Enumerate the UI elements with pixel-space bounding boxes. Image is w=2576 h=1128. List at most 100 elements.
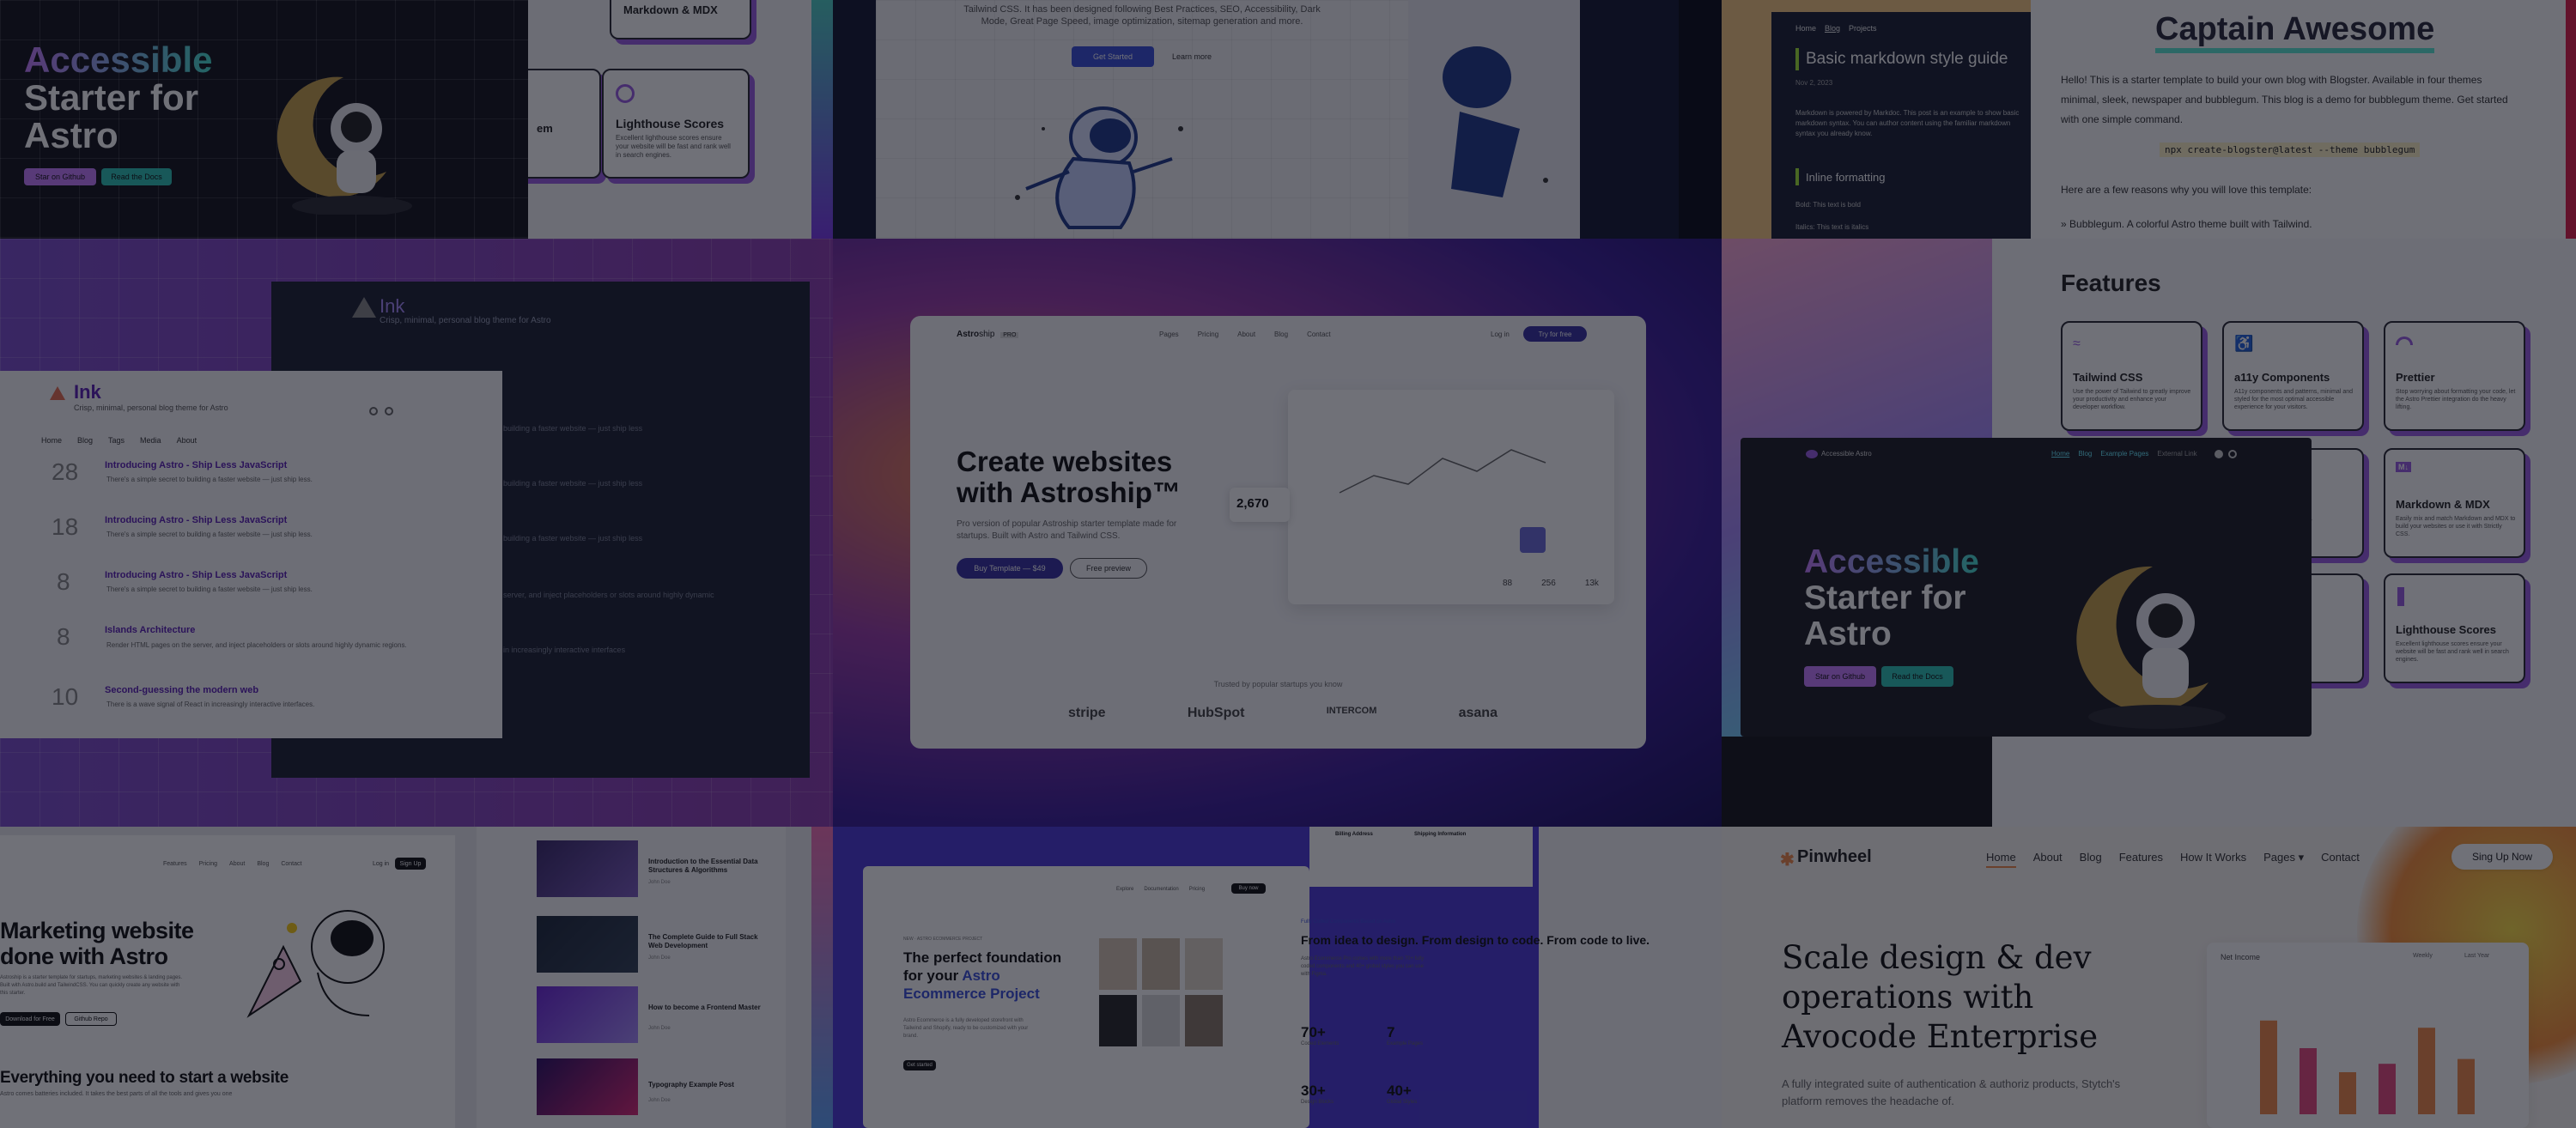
theme-toggle-icon[interactable] <box>385 407 393 415</box>
get-started-button[interactable]: Get started <box>903 1060 936 1070</box>
signup-button[interactable]: Sign Up <box>395 858 426 870</box>
nav-pages[interactable]: Pages <box>1159 331 1179 338</box>
nav-features[interactable]: Features <box>163 861 187 867</box>
nav-media[interactable]: Media <box>140 436 161 445</box>
list-item[interactable]: 8 Introducing Astro - Ship Less JavaScri… <box>0 568 502 623</box>
nav-blog[interactable]: Blog <box>257 861 269 867</box>
learn-more-button[interactable]: Learn more <box>1164 46 1219 67</box>
tile-accessible-small[interactable]: Accessible Starter for Astro Star on Git… <box>0 0 528 239</box>
feature-card[interactable]: em <box>528 69 601 179</box>
nav-example-pages[interactable]: Example Pages <box>2100 450 2148 458</box>
nav-tags[interactable]: Tags <box>108 436 125 445</box>
search-icon[interactable] <box>369 407 378 415</box>
theme-toggle-icon[interactable] <box>2228 450 2237 458</box>
nav-about[interactable]: About <box>1237 331 1255 338</box>
feature-card[interactable]: Lighthouse Scores Excellent lighthouse s… <box>2384 573 2525 683</box>
tile-pinwheel[interactable]: ✱ Pinwheel Home About Blog Features How … <box>1722 827 2576 1128</box>
nav-about[interactable]: About <box>2033 851 2063 868</box>
read-docs-button[interactable]: Read the Docs <box>101 168 172 185</box>
nav-explore[interactable]: Explore <box>1116 887 1133 892</box>
astroship-window: Astroship PRO Pages Pricing About Blog C… <box>910 316 1646 749</box>
list-item[interactable]: 10 Second-guessing the modern web There … <box>0 678 502 733</box>
hubspot-logo: HubSpot <box>1187 706 1245 720</box>
nav-contact[interactable]: Contact <box>281 861 301 867</box>
tile-ink[interactable]: Ink Crisp, minimal, personal blog theme … <box>0 239 833 827</box>
nav-blog[interactable]: Blog <box>1825 24 1840 33</box>
stripe-logo: stripe <box>1068 706 1106 720</box>
pinwheel-brand[interactable]: Pinwheel <box>1797 847 1872 867</box>
lighthouse-icon <box>2397 587 2404 606</box>
get-started-button[interactable]: Get Started <box>1072 46 1154 67</box>
a11y-logo-icon <box>1806 450 1818 458</box>
list-item[interactable]: 18 Introducing Astro - Ship Less JavaScr… <box>0 513 502 568</box>
nav-home[interactable]: Home <box>1986 851 2016 868</box>
github-repo-button[interactable]: Github Repo <box>65 1012 117 1026</box>
nav-home[interactable]: Home <box>41 436 62 445</box>
stats-row: 88 256 13k <box>1503 579 1599 588</box>
nav-contact[interactable]: Contact <box>2321 851 2360 868</box>
tile-captain-awesome[interactable]: Captain Awesome Hello! This is a starter… <box>2031 0 2576 239</box>
tile-accessible-big[interactable]: Features ≈ Tailwind CSS Use the power of… <box>1722 239 2576 827</box>
list-item[interactable]: 8 Islands Architecture Render HTML pages… <box>0 623 502 678</box>
astroship-logo[interactable]: Astroship PRO <box>957 330 1019 339</box>
download-button[interactable]: Download for Free <box>0 1012 60 1026</box>
buy-now-button[interactable]: Buy now <box>1231 883 1266 894</box>
feature-card[interactable]: ♿ a11y Components A11y components and pa… <box>2222 321 2364 431</box>
tile-marketing[interactable]: Features Pricing About Blog Contact Log … <box>0 827 477 1128</box>
buy-template-button[interactable]: Buy Template — $49 <box>957 558 1063 579</box>
feature-card[interactable]: ≈ Tailwind CSS Use the power of Tailwind… <box>2061 321 2202 431</box>
tile-features-top[interactable]: Markdown & MDX em Lighthouse Scores Exce… <box>528 0 811 239</box>
ink-logo-icon <box>352 297 376 318</box>
list-item[interactable]: The Complete Guide to Full Stack Web Dev… <box>537 916 777 973</box>
nav-blog[interactable]: Blog <box>2080 851 2102 868</box>
try-free-button[interactable]: Try for free <box>1523 326 1587 342</box>
tile-astroship[interactable]: Astroship PRO Pages Pricing About Blog C… <box>833 239 1722 827</box>
a11y-brand[interactable]: Accessible Astro <box>1821 450 1872 458</box>
nav-pages[interactable]: Pages ▾ <box>2263 851 2304 868</box>
list-item[interactable]: Typography Example Post John Doe <box>537 1058 777 1115</box>
star-github-button[interactable]: Star on Github <box>1804 666 1876 687</box>
feature-card[interactable]: Prettier Stop worrying about formatting … <box>2384 321 2525 431</box>
astroship-nav: Pages Pricing About Blog Contact <box>1159 331 1331 338</box>
nav-about[interactable]: About <box>229 861 245 867</box>
net-income-bars <box>2260 1020 2475 1114</box>
nav-pricing[interactable]: Pricing <box>1198 331 1218 338</box>
nav-pricing[interactable]: Pricing <box>1189 887 1205 892</box>
nav-about[interactable]: About <box>177 436 197 445</box>
list-item[interactable]: 28 Introducing Astro - Ship Less JavaScr… <box>0 458 502 513</box>
nav-external-link[interactable]: External Link <box>2157 450 2196 458</box>
feature-card[interactable]: Markdown & MDX <box>610 0 751 39</box>
nav-blog[interactable]: Blog <box>1274 331 1288 338</box>
signup-button[interactable]: Sing Up Now <box>2451 844 2553 870</box>
free-preview-button[interactable]: Free preview <box>1070 558 1147 579</box>
nav-blog[interactable]: Blog <box>2078 450 2092 458</box>
star-github-button[interactable]: Star on Github <box>24 168 96 185</box>
list-item[interactable]: Introduction to the Essential Data Struc… <box>537 840 777 897</box>
tile-ecommerce[interactable]: Explore Documentation Pricing Buy now NE… <box>833 827 1722 1128</box>
tile-course-list[interactable]: Introduction to the Essential Data Struc… <box>477 827 811 1128</box>
nav-blog[interactable]: Blog <box>77 436 93 445</box>
read-docs-button[interactable]: Read the Docs <box>1881 666 1953 687</box>
tile-blog-dark[interactable]: Home Blog Projects Basic markdown style … <box>1722 0 2031 239</box>
nav-contact[interactable]: Contact <box>1307 331 1331 338</box>
nav-home[interactable]: Home <box>1795 24 1816 33</box>
login-link[interactable]: Log in <box>1491 331 1510 338</box>
feature-card[interactable]: M↓ Markdown & MDX Easily mix and match M… <box>2384 448 2525 558</box>
ink-brand: Ink <box>74 381 101 403</box>
list-item[interactable]: How to become a Frontend Master John Doe <box>537 986 777 1043</box>
nav-how-it-works[interactable]: How It Works <box>2180 851 2246 868</box>
nav-features[interactable]: Features <box>2119 851 2163 868</box>
bar <box>2379 1064 2396 1114</box>
nav-pricing[interactable]: Pricing <box>199 861 217 867</box>
login-link[interactable]: Log in <box>373 861 389 867</box>
feature-card[interactable]: Lighthouse Scores Excellent lighthouse s… <box>602 69 750 179</box>
nav-documentation[interactable]: Documentation <box>1144 887 1178 892</box>
nav-home[interactable]: Home <box>2051 450 2069 458</box>
install-command[interactable]: npx create-blogster@latest --theme bubbl… <box>2160 143 2421 157</box>
tile-dark-hero[interactable]: Tailwind CSS. It has been designed follo… <box>833 0 1679 239</box>
stat-block: 30+ Design Blocks <box>1301 1083 1334 1105</box>
github-icon[interactable] <box>2215 450 2223 458</box>
reasons-intro: Here are a few reasons why you will love… <box>2061 184 2312 196</box>
post-intro: Markdown is powered by Markdoc. This pos… <box>1795 109 2020 137</box>
nav-projects[interactable]: Projects <box>1849 24 1877 33</box>
